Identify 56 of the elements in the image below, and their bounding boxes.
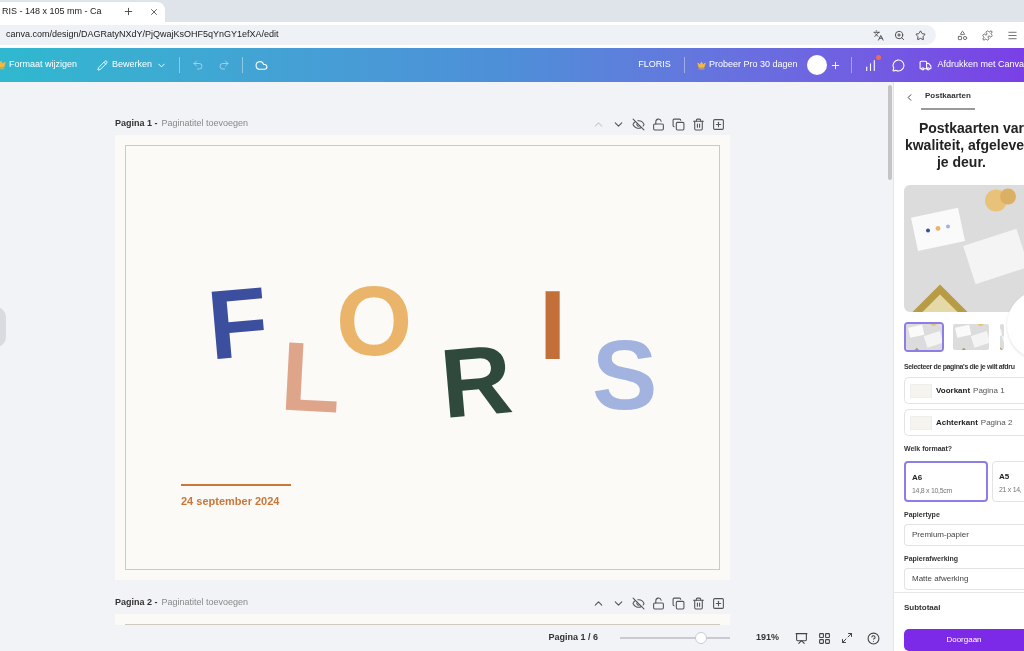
page-indicator[interactable]: Pagina 1 / 6 xyxy=(548,631,598,645)
add-icon[interactable] xyxy=(830,59,842,71)
hide-icon[interactable] xyxy=(632,596,645,610)
panel-tab[interactable]: Postkaarten xyxy=(921,84,975,110)
design-page[interactable]: F LO R I S 24 september 2024 xyxy=(115,135,730,580)
page-option[interactable]: Voorkant Pagina 1 xyxy=(904,377,1024,405)
lock-icon[interactable] xyxy=(652,596,665,610)
delete-icon[interactable] xyxy=(692,117,705,131)
cloud-icon[interactable] xyxy=(255,58,269,72)
notes-icon[interactable] xyxy=(795,631,808,645)
browser-tab[interactable]: RIS - 148 x 105 mm - Ca xyxy=(0,2,165,22)
duplicate-icon[interactable] xyxy=(672,596,685,610)
page-label: Pagina 1 - xyxy=(115,117,158,131)
panel-heading: Postkaarten var xyxy=(918,120,1024,137)
slider-thumb[interactable] xyxy=(695,632,708,644)
bookmark-icon[interactable] xyxy=(915,29,926,41)
thumbnail-button[interactable] xyxy=(904,321,944,352)
page-label: Pagina 2 - xyxy=(115,596,158,610)
print-button[interactable]: Afdrukken met Canva xyxy=(919,58,1024,72)
menu-icon[interactable] xyxy=(1007,29,1018,41)
extensions-icon[interactable] xyxy=(982,29,993,41)
scrollbar-thumb[interactable] xyxy=(888,85,892,180)
add-page-icon[interactable] xyxy=(712,596,725,610)
crown-icon xyxy=(696,60,706,70)
finish-select[interactable]: Matte afwerking xyxy=(904,568,1024,591)
translate-icon[interactable] xyxy=(873,29,884,41)
comment-icon[interactable] xyxy=(892,58,906,72)
add-page-icon[interactable] xyxy=(712,117,725,131)
continue-button[interactable]: Doorgaan xyxy=(904,629,1024,651)
subtotal-label: Subtotaal xyxy=(904,602,942,615)
avatar[interactable] xyxy=(807,55,828,75)
zoom-reading[interactable]: 191% xyxy=(755,631,779,645)
fullscreen-icon[interactable] xyxy=(841,632,853,644)
help-icon[interactable] xyxy=(867,631,880,645)
hide-icon[interactable] xyxy=(632,117,645,131)
design-name[interactable]: FLORIS xyxy=(638,58,671,72)
panel-heading: kwaliteit, afgeleve xyxy=(904,137,1024,154)
delete-icon[interactable] xyxy=(692,596,705,610)
pro-trial-button[interactable]: Probeer Pro 30 dagen xyxy=(696,58,798,72)
lock-icon[interactable] xyxy=(652,117,665,131)
title-letter[interactable]: I xyxy=(539,276,567,374)
panel-heading: je deur. xyxy=(936,154,987,171)
title-letter[interactable]: F xyxy=(203,271,273,375)
address-bar[interactable]: canva.com/design/DAGRatyNXdY/PjQwajKsOHF5qYnGY1efXA/edit xyxy=(0,25,936,45)
thumbnail-button[interactable] xyxy=(951,321,991,352)
paper-select[interactable]: Premium-papier xyxy=(904,524,1024,546)
page-option[interactable]: Achterkant Pagina 2 xyxy=(904,409,1024,437)
truck-icon xyxy=(919,58,933,72)
new-tab-icon[interactable] xyxy=(123,6,134,17)
grid-icon[interactable] xyxy=(818,631,831,645)
duplicate-icon[interactable] xyxy=(672,117,685,131)
close-icon[interactable] xyxy=(149,7,159,17)
title-letter[interactable]: R xyxy=(436,329,516,433)
chart-icon[interactable] xyxy=(864,58,878,72)
pencil-icon xyxy=(97,59,109,71)
zoom-icon[interactable] xyxy=(894,29,905,41)
